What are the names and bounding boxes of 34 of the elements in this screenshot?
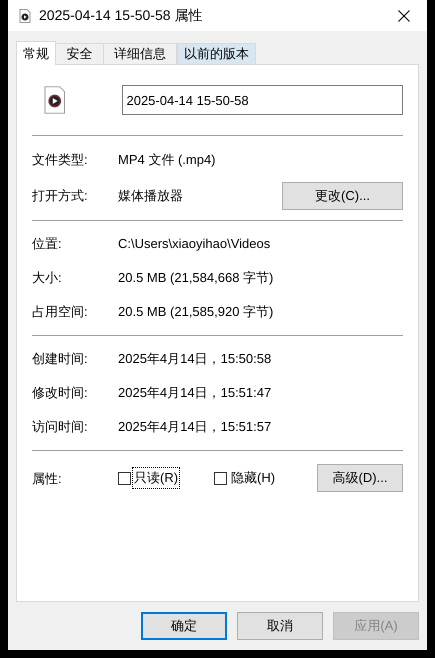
field-value: 媒体播放器: [118, 187, 183, 206]
checkbox-label[interactable]: 隐藏(H): [229, 467, 278, 489]
change-button[interactable]: 更改(C)...: [282, 182, 403, 210]
file-name-field[interactable]: 2025-04-14 15-50-58: [122, 85, 403, 115]
tab[interactable]: 安全: [56, 43, 104, 64]
video-file-icon: [19, 8, 31, 22]
field-label: 访问时间:: [32, 418, 89, 436]
field-label: 位置:: [32, 235, 63, 254]
field-label: 占用空间:: [32, 303, 89, 322]
tab[interactable]: 详细信息: [104, 43, 177, 64]
field-value: 20.5 MB (21,584,668 字节): [118, 269, 274, 288]
field-label: 大小:: [32, 269, 63, 288]
dialog-button[interactable]: 取消: [237, 612, 323, 640]
window-title: 2025-04-14 15-50-58 属性: [39, 6, 202, 25]
field-value: MP4 文件 (.mp4): [118, 151, 216, 170]
field-label: 创建时间:: [32, 350, 89, 368]
field-label: 打开方式:: [32, 187, 89, 206]
checkbox[interactable]: [118, 472, 131, 484]
field-label: 文件类型:: [32, 151, 89, 170]
field-value: 2025年4月14日，15:51:47: [118, 384, 272, 402]
field-value: C:\Users\xiaoyihao\Videos: [118, 235, 270, 254]
field-value: 2025年4月14日，15:50:58: [118, 350, 272, 368]
close-icon[interactable]: [398, 10, 410, 22]
checkbox-label[interactable]: 只读(R): [132, 467, 180, 489]
tab[interactable]: 以前的版本: [177, 43, 256, 64]
advanced-button[interactable]: 高级(D)...: [317, 464, 403, 492]
field-label: 修改时间:: [32, 384, 89, 402]
field-value: 20.5 MB (21,585,920 字节): [118, 303, 274, 322]
dialog-button[interactable]: 确定: [141, 612, 227, 640]
tab[interactable]: 常规: [16, 41, 56, 65]
field-value: 2025年4月14日，15:51:57: [118, 418, 272, 436]
checkbox[interactable]: [214, 472, 228, 484]
video-file-icon: [44, 86, 66, 114]
field-label: 属性:: [32, 470, 63, 488]
